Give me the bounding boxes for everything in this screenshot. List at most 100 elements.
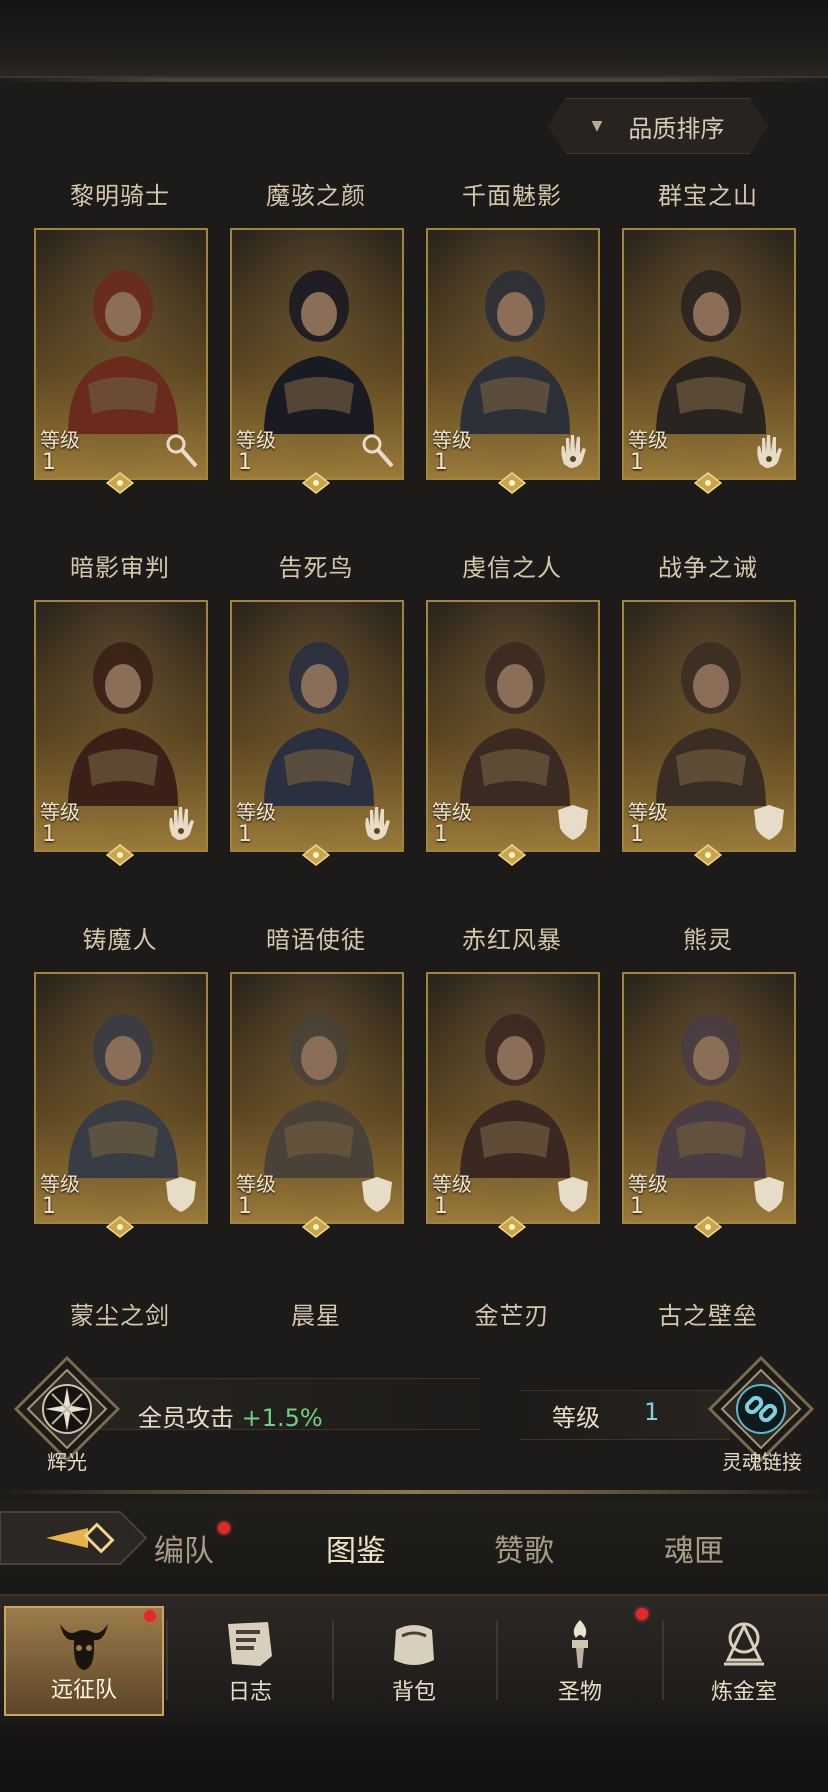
bottom-strip <box>0 1724 828 1792</box>
hero-name: 群宝之山 <box>658 182 758 210</box>
hero-level-label: 等级 <box>628 1172 668 1196</box>
hero-name: 晨星 <box>291 1302 341 1330</box>
hero-level-label: 等级 <box>40 800 80 824</box>
back-arrow-button[interactable] <box>0 1506 148 1570</box>
hero-name: 千面魅影 <box>462 182 562 210</box>
hero-card[interactable]: 战争之诫 等级 1 <box>618 548 798 878</box>
hero-level-value: 1 <box>630 822 644 847</box>
hero-name: 金芒刃 <box>474 1302 550 1330</box>
hero-frame: 等级 1 <box>426 600 600 852</box>
hero-level-value: 1 <box>42 822 56 847</box>
nav-journal[interactable]: 日志 <box>170 1606 330 1716</box>
hero-card[interactable]: 魔骇之颜等级 1 <box>226 176 406 506</box>
hero-card[interactable]: 暗语使徒等级 1 <box>226 920 406 1250</box>
shield-icon <box>362 1177 392 1212</box>
nav-backpack[interactable]: 背包 <box>334 1606 494 1716</box>
hero-card-partial[interactable]: 金芒刃 <box>422 1296 602 1336</box>
hand-icon <box>561 435 586 468</box>
hero-level-value: 1 <box>42 1194 56 1219</box>
tab-codex[interactable]: 图鉴 <box>326 1526 386 1570</box>
hero-card-partial[interactable]: 晨星 <box>226 1296 406 1336</box>
nav-relics-label: 圣物 <box>557 1680 602 1705</box>
quality-sort-button[interactable]: ▼ 品质排序 <box>548 98 768 154</box>
rank-gem-icon <box>106 1216 134 1238</box>
hero-level-label: 等级 <box>40 1172 80 1196</box>
shield-icon <box>754 805 784 840</box>
nav-relics[interactable]: 圣物 <box>500 1606 660 1716</box>
tab-hymn[interactable]: 赞歌 <box>494 1526 554 1570</box>
tab-soul-box[interactable]: 魂匣 <box>664 1526 724 1570</box>
rank-gem-icon <box>694 844 722 866</box>
expedition-badge <box>144 1610 156 1622</box>
nav-backpack-label: 背包 <box>391 1680 436 1705</box>
hero-name: 蒙尘之剑 <box>70 1302 170 1330</box>
soul-link-level-label: 等级 <box>552 1404 600 1432</box>
hero-level-label: 等级 <box>432 1172 472 1196</box>
hero-card[interactable]: 千面魅影 等级 1 <box>422 176 602 506</box>
rank-gem-icon <box>498 844 526 866</box>
hero-frame: 等级 1 <box>230 600 404 852</box>
hero-card[interactable]: 赤红风暴 等级 1 <box>422 920 602 1250</box>
rank-gem-icon <box>106 844 134 866</box>
hero-level-label: 等级 <box>236 800 276 824</box>
hero-portrait <box>656 1014 766 1178</box>
horned-skull-icon <box>60 1624 108 1670</box>
hero-level-value: 1 <box>630 450 644 475</box>
hero-frame: 等级 1 <box>622 228 796 480</box>
rank-gem-icon <box>302 844 330 866</box>
tab-formation[interactable]: 编队 <box>154 1526 214 1570</box>
hero-card[interactable]: 告死鸟等级 1 <box>226 548 406 878</box>
hero-portrait <box>460 1014 570 1178</box>
hero-name: 暗语使徒 <box>266 926 366 954</box>
hero-level-value: 1 <box>42 450 56 475</box>
shield-icon <box>754 1177 784 1212</box>
hero-portrait <box>264 642 374 806</box>
hero-level-value: 1 <box>238 822 252 847</box>
hero-frame: 等级 1 <box>34 972 208 1224</box>
hero-frame: 等级 1 <box>622 972 796 1224</box>
hero-frame: 等级 1 <box>426 972 600 1224</box>
rank-gem-icon <box>694 472 722 494</box>
torch-icon <box>572 1620 588 1668</box>
hero-card-partial[interactable]: 古之壁垒 <box>618 1296 798 1336</box>
hero-card[interactable]: 群宝之山等级 1 <box>618 176 798 506</box>
shield-icon <box>558 1177 588 1212</box>
hero-portrait <box>68 270 178 434</box>
hero-card[interactable]: 黎明骑士 等级 1 <box>30 176 210 506</box>
section-divider <box>0 1490 828 1494</box>
hero-frame: 等级 1 <box>230 972 404 1224</box>
relics-badge <box>636 1608 648 1620</box>
hero-level-label: 等级 <box>236 428 276 452</box>
hero-portrait <box>656 270 766 434</box>
hero-frame: 等级 1 <box>230 228 404 480</box>
nav-expedition[interactable]: 远征队 <box>4 1606 164 1716</box>
hero-level-label: 等级 <box>236 1172 276 1196</box>
nav-alchemy-label: 炼金室 <box>710 1680 777 1705</box>
hero-frame: 等级 1 <box>622 600 796 852</box>
nav-separator <box>166 1620 168 1700</box>
hero-level-value: 1 <box>434 450 448 475</box>
hero-frame: 等级 1 <box>34 600 208 852</box>
rank-gem-icon <box>106 472 134 494</box>
hero-card[interactable]: 暗影审判 等级 1 <box>30 548 210 878</box>
nav-separator <box>496 1620 498 1700</box>
hero-card[interactable]: 铸魔人 等级 1 <box>30 920 210 1250</box>
hero-name: 熊灵 <box>683 926 733 954</box>
buff-text: 全员攻击 +1.5% <box>138 1398 323 1433</box>
top-ornament-border <box>0 0 828 82</box>
hero-name: 告死鸟 <box>278 554 354 582</box>
staff-icon <box>362 434 394 468</box>
hero-card[interactable]: 熊灵等级 1 <box>618 920 798 1250</box>
nav-expedition-label: 远征队 <box>50 1678 117 1703</box>
hero-portrait <box>264 1014 374 1178</box>
hero-card[interactable]: 虔信之人 等级 1 <box>422 548 602 878</box>
shield-icon <box>166 1177 196 1212</box>
nav-alchemy[interactable]: 炼金室 <box>664 1606 824 1716</box>
hero-portrait <box>68 1014 178 1178</box>
hero-name: 古之壁垒 <box>658 1302 758 1330</box>
hero-name: 魔骇之颜 <box>266 182 366 210</box>
dropdown-triangle-icon: ▼ <box>591 118 603 134</box>
hero-card-partial[interactable]: 蒙尘之剑 <box>30 1296 210 1336</box>
hero-portrait <box>460 642 570 806</box>
rank-gem-icon <box>498 1216 526 1238</box>
